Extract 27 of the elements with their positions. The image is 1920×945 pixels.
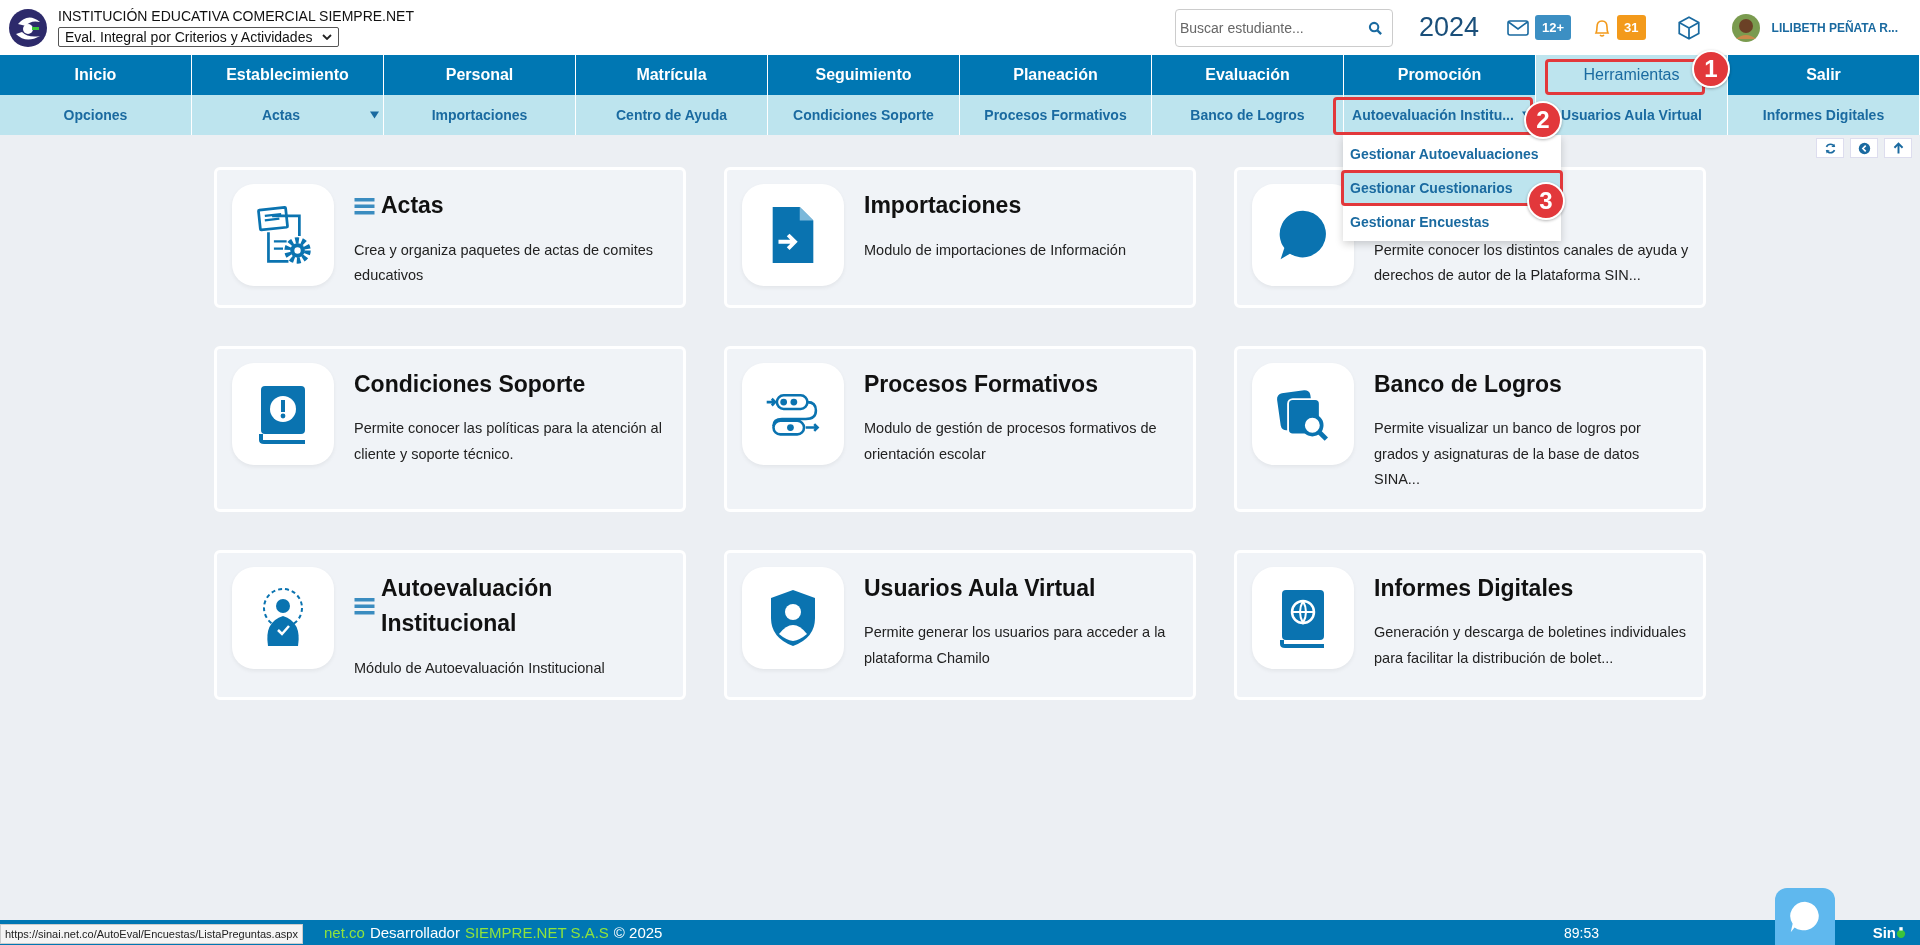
card-title: Importaciones	[864, 191, 1022, 220]
message-count-badge: 12+	[1535, 15, 1572, 40]
card-title: Banco de Logros	[1374, 369, 1562, 399]
footer-logo: Sin	[1872, 924, 1896, 941]
developer-label: Desarrollador	[369, 924, 460, 941]
card-description: Crea y organiza paquetes de actas de comites educativos	[354, 240, 655, 285]
site-domain: net.co	[324, 924, 365, 941]
card-description: Permite generar los usuarios para acceder a la plataforma Chamilo	[864, 623, 1167, 668]
card-description: Permite conocer los distintos canales de ayuda y derechos de autor de la Plataforma SIN...	[1374, 241, 1689, 286]
card-description: Módulo de Autoevaluación Institucional	[354, 658, 606, 678]
card-description: Modulo de gestión de procesos formativos de orientación escolar	[864, 419, 1158, 464]
link-status-url: https://sinai.net.co/AutoEval/Encuestas/ListaPreguntas.aspx	[0, 924, 303, 944]
year-label: 2024	[1418, 12, 1479, 43]
notification-count-badge: 31	[1617, 15, 1646, 40]
card-title: Actas	[381, 191, 444, 220]
card-title: Procesos Formativos	[864, 369, 1098, 399]
card-description: Modulo de importaciones de Información	[864, 240, 1127, 260]
session-timer: 89:53	[1564, 924, 1601, 941]
card-title: Informes Digitales	[1374, 573, 1574, 603]
card-title: Usuarios Aula Virtual	[864, 573, 1096, 603]
institution-name: INSTITUCIÓN EDUCATIVA COMERCIAL SIEMPRE.NET	[58, 8, 414, 24]
card-title: Autoevaluación Institucional	[381, 573, 554, 639]
copyright: © 2025	[613, 924, 663, 941]
card-description: Permite conocer las políticas para la atención al cliente y soporte técnico.	[354, 419, 663, 464]
card-title: Condiciones Soporte	[354, 369, 586, 399]
card-description: Permite visualizar un banco de logros por grados y asignaturas de la base de datos SINA...	[1374, 419, 1642, 490]
card-description: Generación y descarga de boletines individuales para facilitar la distribución de bolet...	[1374, 623, 1687, 668]
